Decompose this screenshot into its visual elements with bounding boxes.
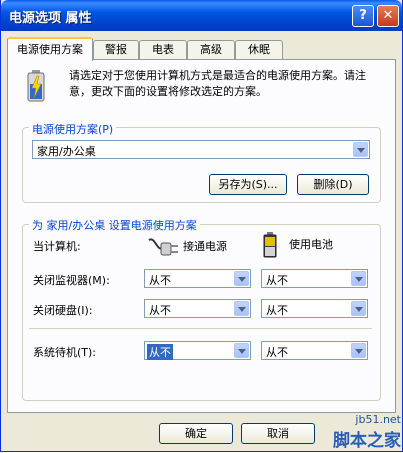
hdd-off-label: 关闭硬盘(I): xyxy=(33,304,93,317)
standby-ac-value: 从不 xyxy=(147,344,173,360)
monitor-off-ac-select[interactable]: 从不 xyxy=(144,269,251,288)
standby-label: 系统待机(T): xyxy=(33,346,97,359)
hdd-off-ac-value: 从不 xyxy=(149,304,171,317)
chevron-down-icon[interactable] xyxy=(353,142,368,157)
chevron-down-icon[interactable] xyxy=(234,271,249,286)
chevron-down-icon[interactable] xyxy=(351,271,366,286)
hdd-off-dc-select[interactable]: 从不 xyxy=(261,299,368,318)
power-plug-icon xyxy=(148,238,178,256)
chevron-down-icon[interactable] xyxy=(234,301,249,316)
tab-strip: 电源使用方案 警报 电表 高级 休眠 xyxy=(7,37,397,61)
monitor-off-dc-value: 从不 xyxy=(266,274,288,287)
chevron-down-icon[interactable] xyxy=(234,343,249,358)
when-computer-label: 当计算机: xyxy=(33,240,81,253)
tab-power-meter[interactable]: 电表 xyxy=(139,40,187,59)
hdd-off-ac-select[interactable]: 从不 xyxy=(144,299,251,318)
close-button[interactable]: ✕ xyxy=(377,5,399,27)
delete-button[interactable]: 删除(D) xyxy=(297,174,369,195)
power-options-dialog: 电源选项 属性 ? ✕ 电源使用方案 警报 电表 高级 休眠 请选定对于您使用计… xyxy=(0,0,403,452)
cancel-button[interactable]: 取消 xyxy=(241,423,315,444)
tab-hibernate[interactable]: 休眠 xyxy=(235,40,283,59)
window-title: 电源选项 属性 xyxy=(9,11,92,26)
description-text: 请选定对于您使用计算机方式是最适合的电源使用方案。请注意，更改下面的设置将修改选… xyxy=(69,69,366,98)
power-scheme-select[interactable]: 家用/办公桌 xyxy=(32,140,370,159)
title-bar[interactable]: 电源选项 属性 ? ✕ xyxy=(1,0,402,31)
help-button[interactable]: ? xyxy=(352,5,374,27)
power-scheme-value: 家用/办公桌 xyxy=(37,145,96,158)
watermark-site: jb51.net xyxy=(355,413,401,426)
ok-button[interactable]: 确定 xyxy=(159,423,233,444)
tab-alarms[interactable]: 警报 xyxy=(93,40,139,59)
settings-group-label: 为 家用/办公桌 设置电源使用方案 xyxy=(29,217,200,233)
battery-label: 使用电池 xyxy=(289,238,333,251)
standby-dc-select[interactable]: 从不 xyxy=(261,341,368,360)
watermark: jb51.net 脚本之家 xyxy=(333,413,401,451)
tab-advanced[interactable]: 高级 xyxy=(187,40,235,59)
settings-divider xyxy=(29,328,372,329)
standby-dc-value: 从不 xyxy=(266,346,288,359)
chevron-down-icon[interactable] xyxy=(351,343,366,358)
power-scheme-group-label: 电源使用方案(P) xyxy=(29,121,117,137)
save-as-button[interactable]: 另存为(S)... xyxy=(209,174,287,195)
monitor-off-label: 关闭监视器(M): xyxy=(33,274,110,287)
watermark-name: 脚本之家 xyxy=(333,431,401,451)
monitor-off-dc-select[interactable]: 从不 xyxy=(261,269,368,288)
hdd-off-dc-value: 从不 xyxy=(266,304,288,317)
power-battery-icon xyxy=(27,70,45,102)
battery-icon xyxy=(263,232,277,258)
monitor-off-ac-value: 从不 xyxy=(149,274,171,287)
standby-ac-select[interactable]: 从不 xyxy=(144,341,251,360)
chevron-down-icon[interactable] xyxy=(351,301,366,316)
plugged-in-label: 接通电源 xyxy=(183,240,227,253)
tab-power-schemes[interactable]: 电源使用方案 xyxy=(7,37,93,61)
